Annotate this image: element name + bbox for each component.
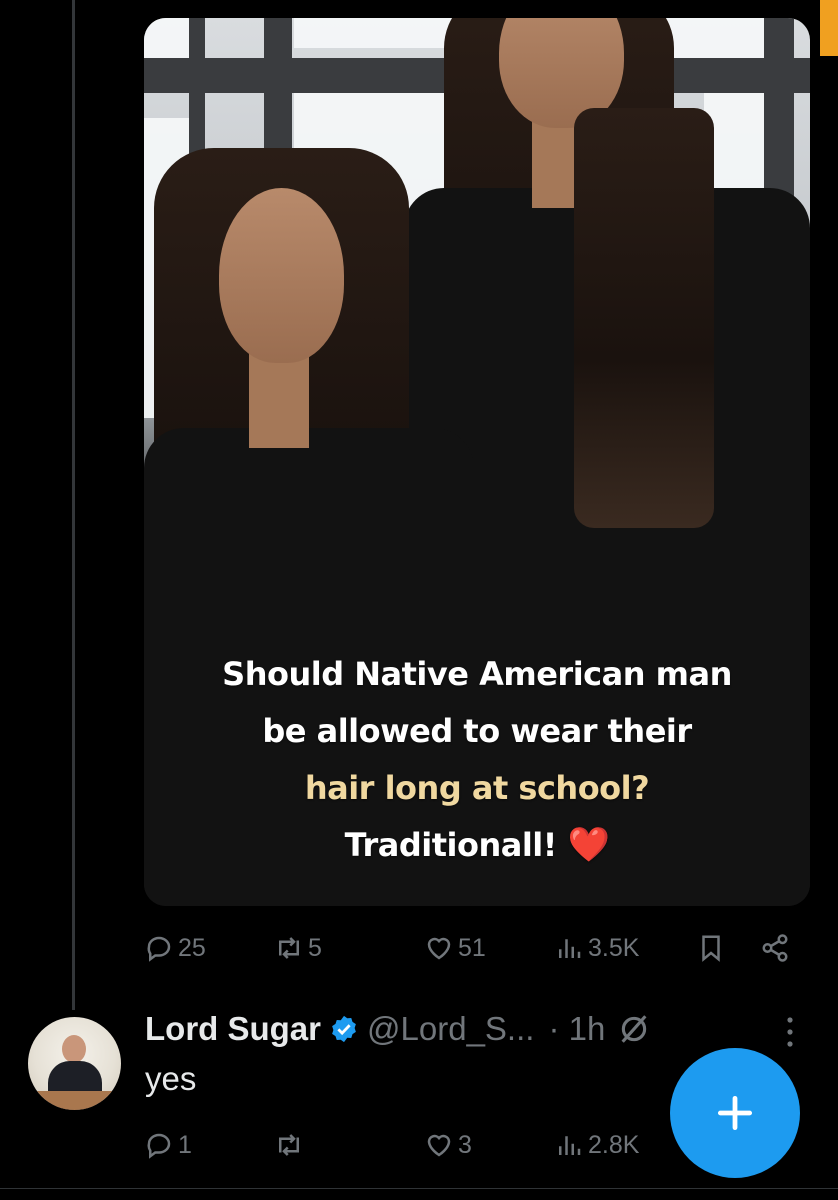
reply-button[interactable]: 25 [144, 928, 206, 968]
reply-text: yes [145, 1060, 197, 1097]
divider [0, 1188, 838, 1189]
repost-button[interactable]: 5 [274, 928, 322, 968]
reply-count: 25 [178, 933, 206, 962]
caption-line-4: Traditionall! ❤️ [344, 825, 610, 865]
like-count: 51 [458, 933, 486, 962]
repost-icon [279, 937, 299, 959]
repost-count: 5 [308, 933, 322, 962]
reply-timestamp[interactable]: · 1h [548, 1010, 605, 1048]
views-button[interactable]: 3.5K [554, 928, 639, 968]
bookmark-icon [702, 935, 720, 962]
more-icon[interactable] [780, 1012, 800, 1052]
reply-icon [147, 936, 171, 962]
post-media-image[interactable]: Should Native American man be allowed to… [144, 18, 810, 906]
image-caption: Should Native American man be allowed to… [144, 646, 810, 874]
reply-reply-button[interactable]: 1 [144, 1125, 192, 1165]
reply-reply-count: 1 [178, 1130, 192, 1159]
caption-line-1: Should Native American man [222, 655, 732, 693]
heart-icon [427, 1134, 451, 1157]
caption-line-2: be allowed to wear their [262, 712, 692, 750]
thread-connector-line [72, 0, 75, 1010]
reply-author-name[interactable]: Lord Sugar [145, 1010, 321, 1048]
grok-icon[interactable] [617, 1012, 651, 1046]
repost-icon [279, 1134, 299, 1156]
verified-badge-icon [332, 1015, 356, 1043]
reply-like-count: 3 [458, 1130, 472, 1159]
bookmark-button[interactable] [696, 928, 726, 968]
reply-repost-button[interactable] [274, 1125, 308, 1165]
reply-like-button[interactable]: 3 [424, 1125, 472, 1165]
caption-line-3: hair long at school? [304, 769, 650, 807]
reply-icon [147, 1133, 171, 1159]
views-icon [559, 939, 581, 958]
reply-views-count: 2.8K [588, 1130, 640, 1159]
post-action-bar: 25 5 51 3.5K [144, 928, 804, 968]
share-button[interactable] [760, 928, 790, 968]
compose-button[interactable] [670, 1048, 800, 1178]
reply-views-button[interactable]: 2.8K [554, 1125, 639, 1165]
views-count: 3.5K [588, 933, 640, 962]
scroll-indicator [820, 0, 838, 56]
views-icon [559, 1136, 581, 1155]
top-bar [0, 0, 838, 14]
reply-header: Lord Sugar @Lord_S... · 1h [145, 1006, 651, 1052]
share-icon [762, 934, 788, 962]
like-button[interactable]: 51 [424, 928, 486, 968]
avatar[interactable] [28, 1017, 121, 1110]
plus-icon [717, 1095, 753, 1131]
heart-icon [427, 937, 451, 960]
reply-author-handle[interactable]: @Lord_S... [367, 1010, 534, 1048]
heart-emoji-icon: ❤️ [567, 825, 610, 865]
